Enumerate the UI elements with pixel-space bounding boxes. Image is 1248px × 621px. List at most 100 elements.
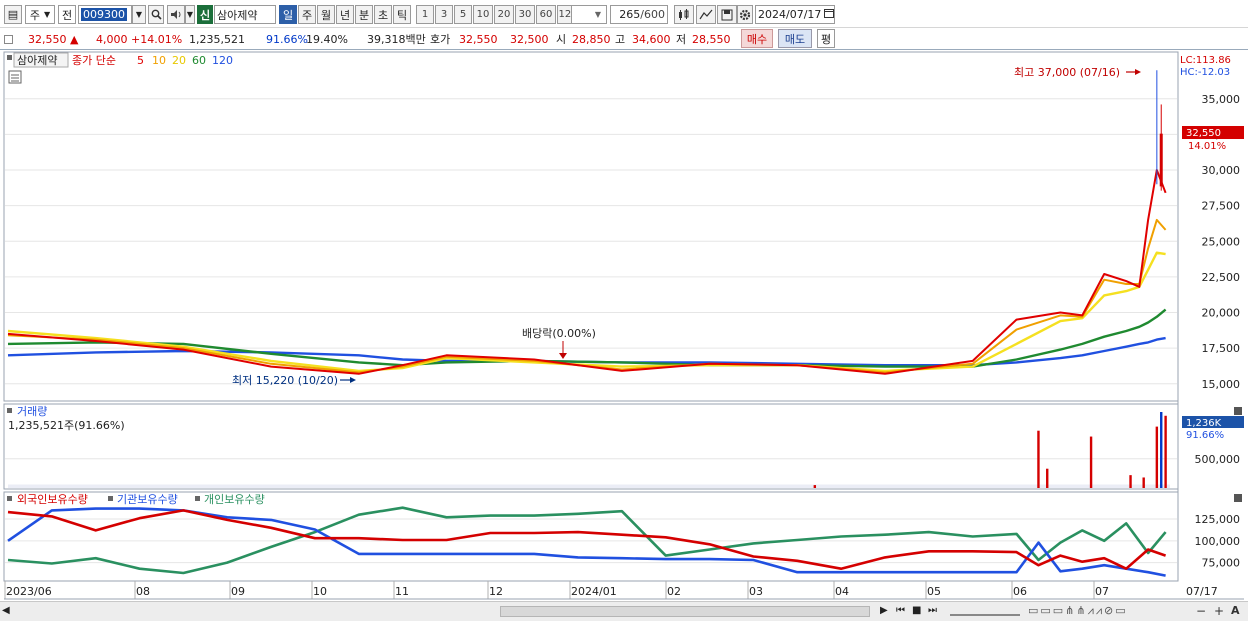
low-price: 28,550 xyxy=(692,32,731,46)
period-tab-6[interactable]: 틱 xyxy=(393,5,411,24)
period-tab-2[interactable]: 월 xyxy=(317,5,335,24)
volume-bar xyxy=(1164,415,1167,488)
market-type-value: 주 xyxy=(29,8,40,22)
legend-stock-name: 삼아제약 xyxy=(17,53,57,67)
buy-button-label: 매수 xyxy=(746,32,768,46)
candle-type-icon[interactable] xyxy=(674,5,694,24)
price-tick-label: 17,500 xyxy=(1202,342,1241,355)
turnover-rate: 19.40% xyxy=(306,32,348,46)
open-price: 28,850 xyxy=(572,32,611,46)
legend-ma5: 5 xyxy=(137,54,144,67)
eval-button[interactable]: 평 xyxy=(817,29,835,48)
scrollbar-thumb[interactable] xyxy=(500,606,870,617)
new-badge-label: 신 xyxy=(199,8,211,22)
zoom-out-icon[interactable]: − xyxy=(1196,604,1206,618)
volume-bar xyxy=(1142,477,1145,488)
interval-tab-1[interactable]: 3 xyxy=(435,5,453,24)
high-price: 34,600 xyxy=(632,32,671,46)
price-change-pct: +14.01% xyxy=(131,32,183,46)
interval-tab-6[interactable]: 60 xyxy=(536,5,556,24)
stock-chart[interactable]: 15,000 17,500 20,000 22,500 25,000 27,500 30,0… xyxy=(0,50,1248,621)
open-label: 시 xyxy=(556,33,567,46)
zoom-slider[interactable] xyxy=(950,606,1020,616)
interval-custom-select[interactable]: ▼ xyxy=(571,5,607,24)
holdings-panel[interactable] xyxy=(3,491,1179,582)
period-tab-3[interactable]: 년 xyxy=(336,5,354,24)
stock-name-field[interactable]: 삼아제약 xyxy=(214,5,276,24)
x-axis-label: 04 xyxy=(835,585,849,598)
stock-name-value: 삼아제약 xyxy=(217,8,258,22)
current-price-tag-text: 32,550 xyxy=(1186,128,1221,139)
interval-tab-5[interactable]: 30 xyxy=(515,5,535,24)
chevron-down-icon: ▼ xyxy=(43,10,51,19)
volume-panel[interactable] xyxy=(3,403,1179,490)
buy-button[interactable]: 매수 xyxy=(741,29,773,48)
gear-icon[interactable] xyxy=(737,5,753,24)
legend-square-icon xyxy=(108,496,113,501)
auto-scale-icon[interactable]: A xyxy=(1231,604,1240,617)
period-tab-4[interactable]: 분 xyxy=(355,5,373,24)
zoom-in-icon[interactable]: + xyxy=(1214,604,1224,618)
speaker-icon[interactable] xyxy=(167,5,185,24)
volume-bar xyxy=(813,485,817,488)
stop-icon[interactable]: ■ xyxy=(912,605,921,616)
low-annotation: 최저 15,220 (10/20) xyxy=(232,374,338,387)
drawing-tool-icon[interactable] xyxy=(696,5,716,24)
chart-canvas[interactable]: 15,000 17,500 20,000 22,500 25,000 27,500 30,0… xyxy=(0,50,1248,621)
stock-code-input[interactable]: 009300 xyxy=(78,5,132,24)
bid-price: 32,500 xyxy=(510,32,549,46)
search-icon[interactable] xyxy=(148,5,164,24)
volume-tick-label: 500,000 xyxy=(1195,453,1241,466)
prev-button[interactable]: 전 xyxy=(58,5,76,24)
speaker-dropdown[interactable]: ▼ xyxy=(185,5,195,24)
legend-foreign: 외국인보유수량 xyxy=(17,493,88,506)
market-type-select[interactable]: 주 ▼ xyxy=(25,5,55,24)
sell-button[interactable]: 매도 xyxy=(778,29,812,48)
volume-baseline-band xyxy=(8,484,1170,488)
price-tick-label: 25,000 xyxy=(1202,235,1241,248)
count-input[interactable]: 265 /600 xyxy=(610,5,668,24)
close-icon[interactable] xyxy=(1234,494,1242,502)
interval-tab-0[interactable]: 1 xyxy=(416,5,434,24)
interval-tab-3[interactable]: 10 xyxy=(473,5,493,24)
stock-code-value: 009300 xyxy=(81,8,127,21)
current-pct-tag-text: 14.01% xyxy=(1188,141,1226,152)
scroll-left-icon[interactable]: ◀ xyxy=(2,605,10,616)
close-icon[interactable] xyxy=(1234,407,1242,415)
scroll-end-icon[interactable]: ⏭ xyxy=(928,605,937,616)
holdings-tick-label: 125,000 xyxy=(1195,513,1241,526)
calendar-icon[interactable] xyxy=(824,8,835,21)
last-candle xyxy=(1159,133,1163,187)
x-axis-right-label: 07/17 xyxy=(1186,585,1218,598)
volume-bar xyxy=(1160,412,1163,488)
period-tab-0[interactable]: 일 xyxy=(279,5,297,24)
price-tick-label: 35,000 xyxy=(1202,93,1241,106)
date-input[interactable]: 2024/07/17 xyxy=(755,5,835,24)
interval-tab-4[interactable]: 20 xyxy=(494,5,514,24)
legend-individual: 개인보유수량 xyxy=(204,493,265,506)
scroll-fastback-icon[interactable]: ⏮ xyxy=(896,605,905,616)
legend-ma10: 10 xyxy=(152,54,166,67)
stock-code-dropdown[interactable]: ▼ xyxy=(132,5,146,24)
count-value: 265 xyxy=(619,8,641,21)
low-label: 저 xyxy=(676,33,687,46)
period-tab-5[interactable]: 초 xyxy=(374,5,392,24)
save-icon[interactable] xyxy=(717,5,737,24)
high-label: 고 xyxy=(615,33,626,46)
window-menu-icon[interactable]: ▤ xyxy=(4,5,22,24)
date-value: 2024/07/17 xyxy=(758,8,822,21)
legend-square-icon xyxy=(7,496,12,501)
x-axis-label: 2024/01 xyxy=(571,585,617,598)
chart-toolbar: ▤ 주 ▼ 전 009300 ▼ ▼ 신 삼아제약 일주월년분초틱 1 3 5 10 2… xyxy=(0,0,1248,28)
legend-square-icon xyxy=(7,408,12,413)
legend-square-icon xyxy=(195,496,200,501)
scroll-right-icon[interactable]: ▶ xyxy=(880,605,888,616)
chevron-down-icon: ▼ xyxy=(594,10,602,19)
chart-scrollbar[interactable]: ◀ ▶ ⏮ ■ ⏭ ▭▭▭⋔⋔⩘⩘⊘▭ − + A xyxy=(0,601,1248,621)
current-price-value: 32,550 xyxy=(28,32,67,46)
volume-current-pct-text: 91.66% xyxy=(1186,430,1224,441)
period-tab-1[interactable]: 주 xyxy=(298,5,316,24)
x-axis-label: 08 xyxy=(136,585,150,598)
chart-tools-icons[interactable]: ▭▭▭⋔⋔⩘⩘⊘▭ xyxy=(1028,604,1128,618)
interval-tab-2[interactable]: 5 xyxy=(454,5,472,24)
